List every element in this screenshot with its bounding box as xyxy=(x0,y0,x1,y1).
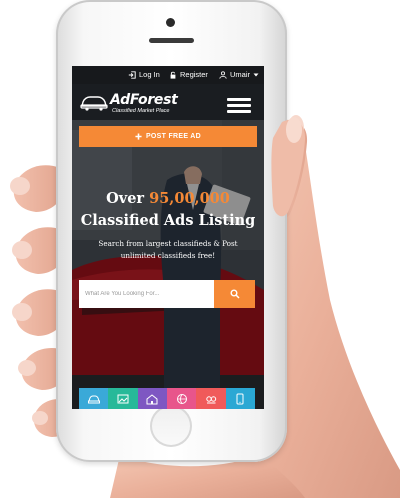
house-icon xyxy=(146,393,158,404)
car-logo-icon xyxy=(80,96,108,111)
hero-headline-line1: Over 95,00,000 xyxy=(72,190,264,207)
login-link[interactable]: Log In xyxy=(128,70,160,79)
phone-screen: Log In Register Umair AdForest Classifie… xyxy=(72,66,264,409)
category-tile-phones[interactable] xyxy=(225,388,255,409)
menu-hamburger-icon[interactable] xyxy=(227,98,251,114)
login-label: Log In xyxy=(139,70,160,79)
search-icon xyxy=(230,289,240,299)
thumb-overlay xyxy=(271,117,306,217)
brand-title[interactable]: AdForest xyxy=(110,92,178,108)
category-tile-cars[interactable] xyxy=(79,388,109,409)
car-icon xyxy=(87,395,100,403)
home-button[interactable] xyxy=(150,405,192,447)
brand-subtitle: Classified Market Place xyxy=(112,108,170,114)
user-label: Umair xyxy=(230,70,250,79)
top-bar: Log In Register Umair xyxy=(72,66,264,84)
post-free-ad-button[interactable]: POST FREE AD xyxy=(79,126,257,147)
hand-phone-scene: Log In Register Umair AdForest Classifie… xyxy=(0,0,400,498)
lock-icon xyxy=(170,71,176,79)
pet-icon xyxy=(206,395,217,403)
hero-headline-line2: Classified Ads Listing xyxy=(80,212,256,229)
register-label: Register xyxy=(180,70,208,79)
search-input[interactable] xyxy=(79,280,214,308)
register-link[interactable]: Register xyxy=(169,70,208,79)
search-button[interactable] xyxy=(214,280,255,308)
category-tile-images[interactable] xyxy=(108,388,138,409)
caret-down-icon xyxy=(253,73,259,76)
phone-icon xyxy=(236,393,244,404)
category-tile-sports[interactable] xyxy=(166,388,197,409)
plus-icon xyxy=(135,133,142,140)
earpiece-speaker xyxy=(149,38,194,43)
headline-count: 95,00,000 xyxy=(149,190,230,207)
user-icon xyxy=(219,70,227,79)
post-free-ad-label: POST FREE AD xyxy=(145,133,202,140)
category-tile-property[interactable] xyxy=(137,388,167,409)
image-icon xyxy=(117,394,129,403)
user-menu[interactable]: Umair xyxy=(219,70,259,79)
camera-dot xyxy=(166,18,175,27)
category-strip xyxy=(79,388,255,409)
login-icon xyxy=(128,70,136,79)
hero-subtext: Search from largest classifieds & Post u… xyxy=(98,239,238,260)
ball-icon xyxy=(176,393,187,404)
category-tile-pets[interactable] xyxy=(196,388,226,409)
hero-overlay xyxy=(72,120,264,409)
headline-prefix: Over xyxy=(106,190,145,207)
